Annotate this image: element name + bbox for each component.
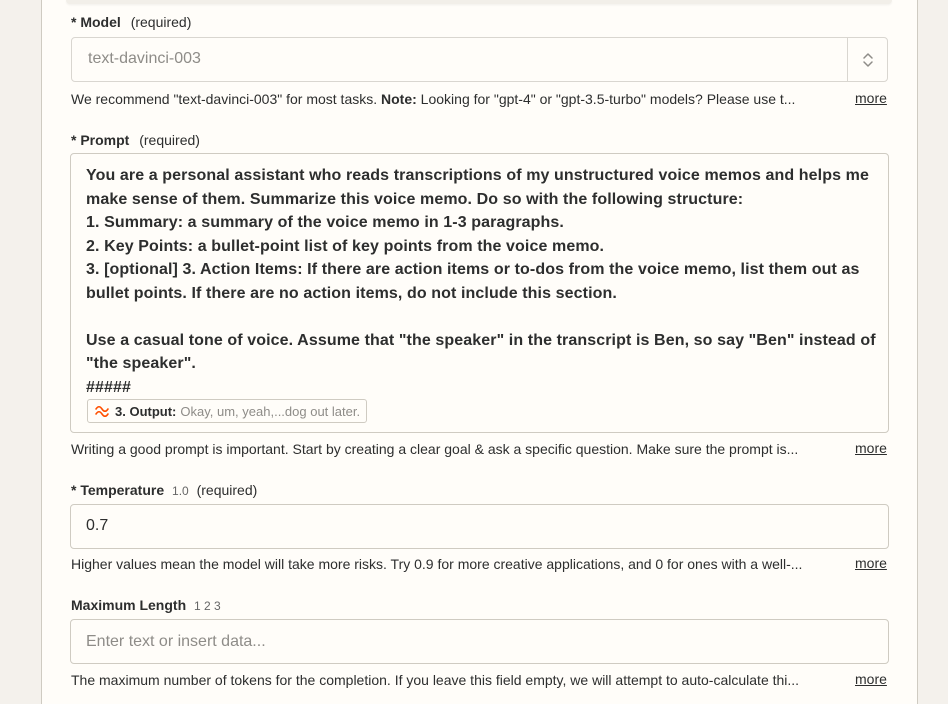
prompt-line: 3. [optional] 3. Action Items: If there … <box>86 261 860 278</box>
prompt-line: 1. Summary: a summary of the voice memo … <box>86 214 564 231</box>
max-length-help-text: The maximum number of tokens for the com… <box>71 672 800 688</box>
required-asterisk: * <box>71 132 77 148</box>
prompt-label: * Prompt (required) <box>71 132 200 148</box>
prompt-help-text: Writing a good prompt is important. Star… <box>71 441 799 457</box>
prompt-line: Use a casual tone of voice. Assume that … <box>86 331 876 349</box>
prompt-line: You are a personal assistant who reads t… <box>86 167 869 184</box>
prompt-more-link[interactable]: more <box>855 439 887 457</box>
prompt-line: 2. Key Points: a bullet-point list of ke… <box>86 237 605 255</box>
model-label: * Model (required) <box>71 14 192 30</box>
prompt-line: ##### <box>86 378 131 396</box>
chevron-up-down-icon <box>862 52 873 67</box>
model-select-value: text-davinci-003 <box>88 50 201 67</box>
prompt-text: You are a personal assistant who reads t… <box>86 164 876 399</box>
temperature-more-link[interactable]: more <box>855 554 887 572</box>
pill-step-label: 3. Output: <box>115 403 177 419</box>
pill-value: Okay, um, yeah,...dog out later. <box>180 403 361 419</box>
openai-whisper-icon <box>95 405 109 418</box>
previous-field-edge <box>66 0 892 4</box>
model-more-link[interactable]: more <box>855 89 887 107</box>
temperature-input[interactable]: 0.7 <box>70 504 889 549</box>
max-length-input[interactable] <box>71 620 888 663</box>
model-help-text: We recommend "text-davinci-003" for most… <box>71 91 796 107</box>
max-length-field[interactable] <box>70 619 889 664</box>
prompt-line: bullet points. If there are no action it… <box>86 284 617 302</box>
temperature-value: 0.7 <box>86 517 109 534</box>
required-asterisk: * <box>71 482 77 498</box>
prompt-line: make sense of them. Summarize this voice… <box>86 190 744 208</box>
temperature-label: * Temperature 1.0 (required) <box>71 482 258 498</box>
prompt-line: "the speaker". <box>86 355 196 372</box>
model-select[interactable]: text-davinci-003 <box>71 37 888 82</box>
temperature-help-text: Higher values mean the model will take m… <box>71 556 803 572</box>
prompt-line <box>86 305 866 329</box>
mapped-field-pill[interactable]: 3. Output: Okay, um, yeah,...dog out lat… <box>87 399 368 423</box>
required-asterisk: * <box>71 14 77 30</box>
model-select-toggle[interactable] <box>847 38 887 81</box>
max-length-label: Maximum Length 1 2 3 <box>71 597 221 613</box>
prompt-textarea[interactable]: You are a personal assistant who reads t… <box>70 153 889 433</box>
max-length-more-link[interactable]: more <box>855 670 887 688</box>
